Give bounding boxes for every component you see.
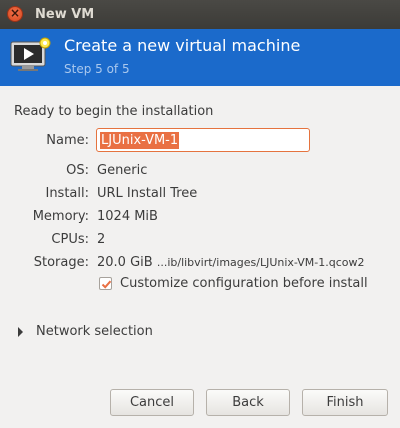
storage-path: ...ib/libvirt/images/LJUnix-VM-1.qcow2 <box>156 256 365 269</box>
os-label: OS: <box>66 163 89 178</box>
storage-label: Storage: <box>33 255 89 270</box>
storage-value: 20.0 GiB ...ib/libvirt/images/LJUnix-VM-… <box>97 255 365 270</box>
expander-arrow-icon <box>18 326 23 337</box>
banner-title: Create a new virtual machine <box>64 36 301 55</box>
network-selection-expander[interactable]: Network selection <box>18 324 153 339</box>
name-label: Name: <box>46 133 89 148</box>
title-bar: × New VM <box>0 0 400 29</box>
customize-checkbox[interactable] <box>99 277 112 290</box>
finish-button[interactable]: Finish <box>302 389 388 416</box>
cancel-button[interactable]: Cancel <box>110 389 194 416</box>
window-title: New VM <box>35 7 95 22</box>
memory-label: Memory: <box>32 209 89 224</box>
step-indicator: Step 5 of 5 <box>64 62 130 76</box>
section-heading: Ready to begin the installation <box>14 104 214 119</box>
header-banner: Create a new virtual machine Step 5 of 5 <box>0 29 400 86</box>
network-selection-label: Network selection <box>36 324 153 339</box>
cpus-label: CPUs: <box>51 232 89 247</box>
checkmark-icon <box>101 280 112 289</box>
memory-value: 1024 MiB <box>97 209 158 224</box>
customize-checkbox-label: Customize configuration before install <box>120 276 368 291</box>
customize-checkbox-row[interactable]: Customize configuration before install <box>99 276 368 291</box>
name-input[interactable]: LJUnix-VM-1 <box>96 128 310 152</box>
back-button[interactable]: Back <box>206 389 290 416</box>
cpus-value: 2 <box>97 232 106 247</box>
name-input-value: LJUnix-VM-1 <box>100 131 180 149</box>
virtual-machine-icon <box>10 37 51 71</box>
install-label: Install: <box>45 186 89 201</box>
storage-size: 20.0 GiB <box>97 255 153 270</box>
os-value: Generic <box>97 163 148 178</box>
close-icon[interactable]: × <box>7 6 23 22</box>
install-value: URL Install Tree <box>97 186 198 201</box>
